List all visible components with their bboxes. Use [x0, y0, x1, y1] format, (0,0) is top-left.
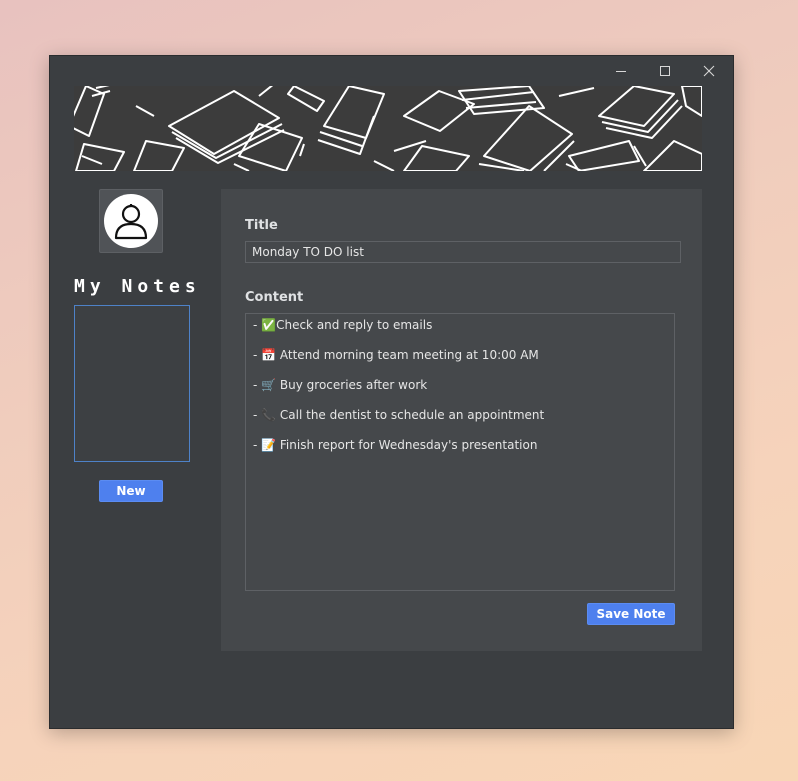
close-icon	[703, 65, 715, 77]
minimize-button[interactable]	[599, 56, 643, 86]
books-pattern-banner	[74, 86, 702, 171]
close-button[interactable]	[687, 56, 731, 86]
content-line: - 📝 Finish report for Wednesday's presen…	[253, 438, 538, 452]
user-icon	[114, 204, 148, 240]
notes-app-window: My Notes New Title Monday TO DO list Con…	[49, 55, 734, 729]
avatar[interactable]	[99, 189, 163, 253]
title-input[interactable]: Monday TO DO list	[245, 241, 681, 263]
notes-list[interactable]	[74, 305, 190, 462]
title-label: Title	[245, 218, 278, 233]
content-line: - ✅Check and reply to emails	[253, 318, 433, 332]
content-line: - 📅 Attend morning team meeting at 10:00…	[253, 348, 539, 362]
title-bar[interactable]	[50, 56, 733, 86]
maximize-icon	[660, 66, 670, 76]
maximize-button[interactable]	[643, 56, 687, 86]
avatar-circle	[104, 194, 158, 248]
my-notes-heading: My Notes	[74, 276, 201, 297]
content-line: - 🛒 Buy groceries after work	[253, 378, 428, 392]
save-note-button[interactable]: Save Note	[587, 603, 675, 625]
note-editor-panel: Title Monday TO DO list Content - ✅Check…	[221, 189, 702, 651]
content-label: Content	[245, 290, 304, 305]
minimize-icon	[616, 71, 626, 72]
content-line: - 📞 Call the dentist to schedule an appo…	[253, 408, 545, 422]
new-note-button[interactable]: New	[99, 480, 163, 502]
content-textarea[interactable]: - ✅Check and reply to emails - 📅 Attend …	[245, 313, 675, 591]
